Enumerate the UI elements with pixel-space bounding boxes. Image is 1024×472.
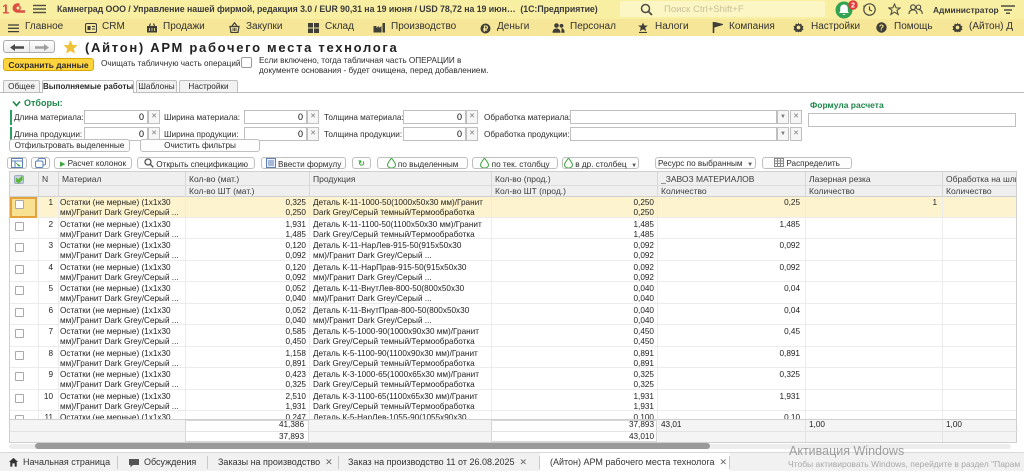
svg-text:2: 2 [851,1,855,10]
svg-text:1: 1 [3,2,9,16]
svg-text:₽: ₽ [483,24,488,33]
svg-text:?: ? [879,23,884,33]
